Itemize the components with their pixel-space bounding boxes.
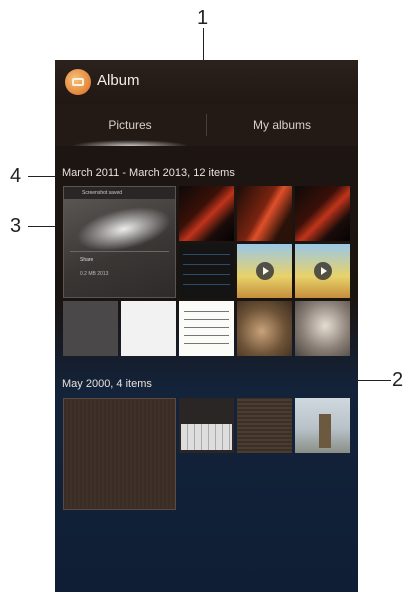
play-icon [313,262,332,280]
thumbnail-document[interactable] [179,301,234,356]
doc-line [184,343,229,344]
album-screen: Album Pictures My albums March 2011 - Ma… [55,60,358,592]
keyboard-graphic [181,424,232,450]
settings-line [183,254,230,255]
thumbnail-photo-2[interactable] [295,301,350,356]
settings-line [183,274,230,275]
action-bar: Album [55,60,358,104]
thumbnail-screenshot[interactable]: Screenshot saved Share 0.2 MB 2013 [63,186,176,298]
callout-2: 2 [392,369,404,391]
doc-line [184,319,229,320]
thumbnail-ui-icons[interactable] [63,301,118,356]
album-app-icon[interactable] [65,69,91,95]
doc-line [184,327,229,328]
thumbnail-wallpaper-3[interactable] [295,186,350,241]
callout-3: 3 [10,215,22,237]
thumbnail-title: Screenshot saved [82,190,123,196]
play-icon [255,262,274,280]
thumbnail-texture[interactable] [237,398,292,453]
callout-4: 4 [10,165,22,187]
settings-line [183,284,230,285]
tab-bar: Pictures My albums [55,104,358,146]
thumbnail-room[interactable] [295,398,350,453]
thumbnail-wallpaper-2[interactable] [237,186,292,241]
thumbnail-white[interactable] [121,301,176,356]
tab-my-albums[interactable]: My albums [207,104,357,146]
callout-1: 1 [197,7,209,29]
selected-tab-indicator [71,140,189,146]
thumbnail-keyboard[interactable] [179,398,234,453]
thumbnail-wallpaper-1[interactable] [179,186,234,241]
doc-line [184,311,229,312]
section-header-march-2011: March 2011 - March 2013, 12 items [62,167,235,179]
notification-bar: Screenshot saved [64,187,175,199]
thumbnail-brown-large[interactable] [63,398,176,510]
thumbnail-share: Share [80,257,94,263]
thumbnail-video-2[interactable] [295,244,350,298]
section-header-may-2000: May 2000, 4 items [62,378,152,390]
app-title: Album [97,72,140,89]
room-object [319,414,331,448]
doc-line [184,335,229,336]
thumbnail-photo-1[interactable] [237,301,292,356]
wallpaper-swirl [72,199,175,259]
thumbnail-info: 0.2 MB 2013 [80,271,109,277]
thumbnail-video-1[interactable] [237,244,292,298]
thumbnail-settings[interactable] [179,244,234,298]
settings-line [183,264,230,265]
thumbnail-rows [70,251,169,282]
